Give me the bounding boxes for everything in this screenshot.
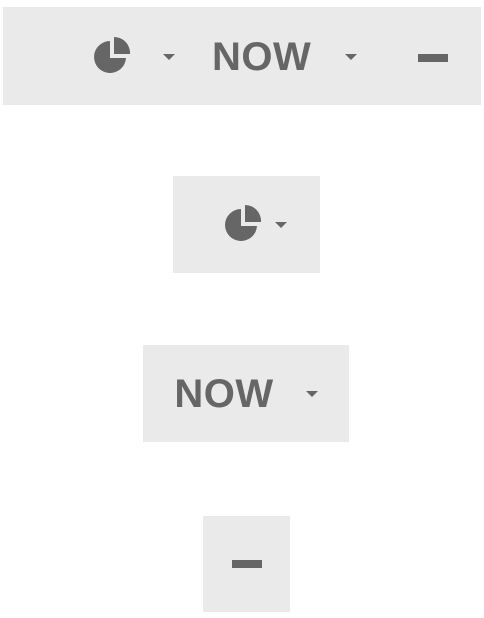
caret-down-icon bbox=[305, 390, 318, 397]
pie-chart-icon bbox=[224, 204, 261, 241]
time-range-label: NOW bbox=[212, 35, 312, 79]
collapse-button[interactable] bbox=[418, 54, 448, 62]
pie-chart-icon bbox=[94, 37, 131, 73]
time-range-button-standalone[interactable]: NOW bbox=[143, 345, 349, 442]
chart-type-button[interactable] bbox=[92, 37, 175, 77]
time-range-label: NOW bbox=[174, 371, 274, 416]
button-showcase: NOW NOW bbox=[0, 0, 484, 618]
toolbar: NOW bbox=[3, 7, 481, 105]
minus-icon bbox=[231, 560, 262, 568]
caret-down-icon bbox=[274, 221, 287, 228]
collapse-button-standalone[interactable] bbox=[203, 516, 290, 612]
minus-icon bbox=[418, 54, 448, 62]
caret-down-icon bbox=[163, 54, 175, 60]
caret-down-icon bbox=[345, 54, 358, 60]
chart-type-button-standalone[interactable] bbox=[173, 176, 320, 273]
time-range-button[interactable]: NOW bbox=[212, 35, 358, 79]
